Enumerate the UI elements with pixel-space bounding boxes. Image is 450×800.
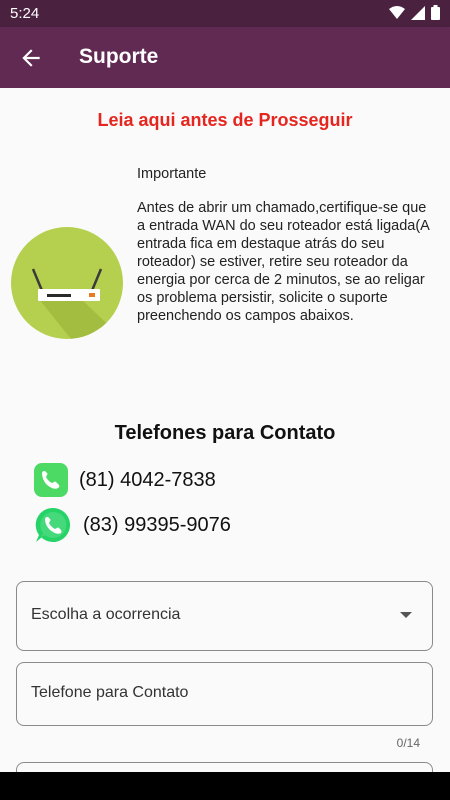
- page-title: Suporte: [79, 45, 159, 68]
- info-heading: Importante: [137, 166, 207, 182]
- phone-input-placeholder: Telefone para Contato: [31, 684, 189, 701]
- battery-icon: [431, 5, 440, 20]
- router-illustration: [11, 227, 123, 339]
- whatsapp-contact[interactable]: (83) 99395-9076: [33, 505, 231, 545]
- wifi-icon: [389, 5, 405, 19]
- whatsapp-icon: [35, 507, 71, 542]
- back-arrow-icon[interactable]: [18, 45, 44, 71]
- occurrence-dropdown[interactable]: Escolha a ocorrencia: [16, 581, 433, 651]
- dropdown-caret-icon: [400, 612, 412, 618]
- whatsapp-number: (83) 99395-9076: [83, 513, 231, 536]
- phone-contact[interactable]: (81) 4042-7838: [33, 462, 216, 498]
- contacts-title: Telefones para Contato: [114, 422, 336, 444]
- system-nav-bar: [0, 772, 450, 800]
- warning-heading: Leia aqui antes de Prosseguir: [97, 110, 353, 130]
- status-bar: 5:24: [0, 0, 450, 27]
- router-icon: [31, 268, 123, 339]
- next-field[interactable]: [16, 762, 433, 772]
- support-content: Leia aqui antes de Prosseguir Importante…: [0, 88, 450, 772]
- occurrence-placeholder: Escolha a ocorrencia: [31, 606, 181, 623]
- phone-number: (81) 4042-7838: [79, 468, 216, 491]
- phone-icon: [34, 463, 68, 497]
- info-body: Antes de abrir um chamado,certifique-se …: [137, 200, 430, 324]
- phone-char-counter: 0/14: [396, 736, 420, 750]
- status-time: 5:24: [10, 5, 40, 22]
- contact-phone-input[interactable]: Telefone para Contato: [16, 662, 433, 726]
- app-bar: Suporte: [0, 27, 450, 88]
- signal-icon: [411, 5, 425, 20]
- important-info: Importante Antes de abrir um chamado,cer…: [137, 165, 437, 325]
